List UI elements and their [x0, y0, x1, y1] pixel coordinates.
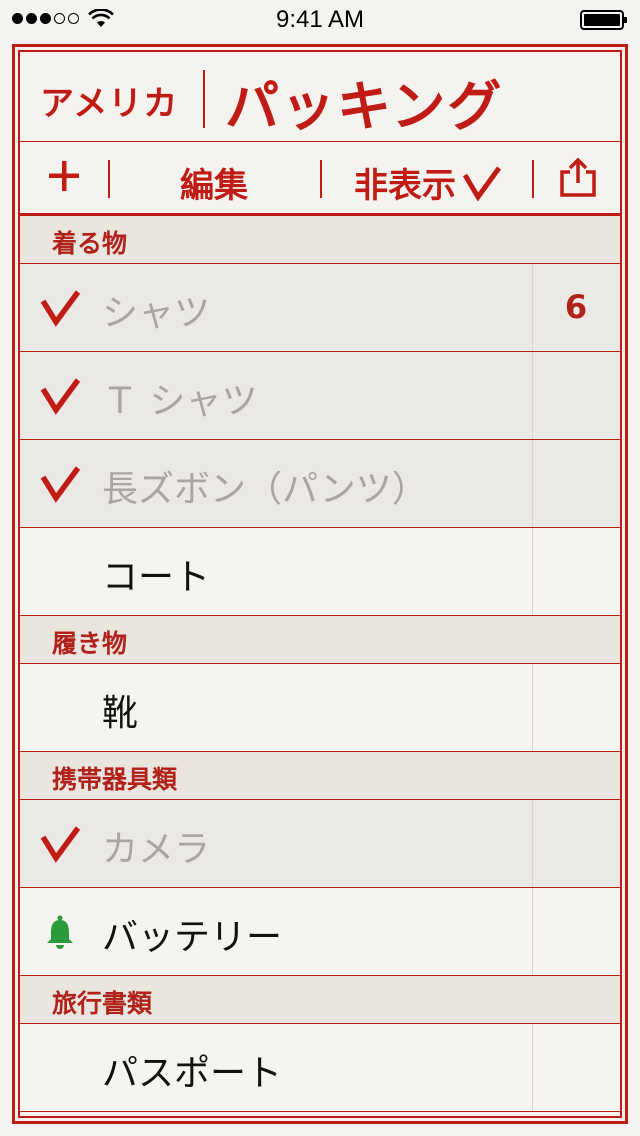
column-divider [532, 440, 533, 527]
checkmark-icon[interactable] [40, 376, 82, 416]
item-label: パスポート [102, 1053, 283, 1094]
list-item[interactable]: シャツ 6 [20, 264, 620, 352]
share-icon[interactable] [558, 156, 598, 198]
edit-button[interactable]: 編集 [108, 158, 320, 207]
item-label: シャツ [102, 293, 211, 334]
checkmark-icon[interactable] [40, 464, 82, 504]
toolbar-divider [320, 160, 322, 198]
checkmark-icon[interactable] [40, 824, 82, 864]
bell-icon[interactable] [44, 914, 76, 950]
section-header: 着る物 [20, 216, 620, 264]
item-label: Ｔ シャツ [102, 381, 258, 422]
column-divider [532, 528, 533, 615]
column-divider [532, 352, 533, 439]
toolbar: 編集 非表示 [20, 142, 620, 216]
column-divider [532, 1024, 533, 1111]
section-header: 携帯器具類 [20, 752, 620, 800]
item-label: 長ズボン（パンツ） [102, 469, 428, 510]
column-divider [532, 664, 533, 751]
item-label: 靴 [102, 693, 139, 734]
header-divider [203, 70, 205, 128]
status-bar: 9:41 AM [0, 0, 640, 40]
add-item-button[interactable] [46, 158, 82, 194]
column-divider [532, 888, 533, 975]
hide-checked-button[interactable]: 非表示 [354, 158, 502, 207]
item-count[interactable]: 6 [532, 288, 620, 326]
title-header: アメリカ パッキング [20, 52, 620, 142]
page-title: パッキング [225, 75, 504, 138]
item-label: コート [102, 557, 211, 598]
status-time: 9:41 AM [275, 6, 365, 33]
battery-icon [580, 10, 627, 30]
checkmark-icon[interactable] [40, 288, 82, 328]
list-frame: アメリカ パッキング 編集 非表示 着る物 シャツ 6 Ｔ シャツ 長ズボン（パ… [18, 50, 622, 1118]
toolbar-divider [532, 160, 534, 198]
section-title: 履き物 [52, 629, 128, 658]
list-item[interactable]: コート [20, 528, 620, 616]
list-item[interactable]: 靴 [20, 664, 620, 752]
list-item[interactable]: バッテリー [20, 888, 620, 976]
list-item[interactable]: Ｔ シャツ [20, 352, 620, 440]
item-label: バッテリー [102, 917, 283, 958]
checkmark-icon [462, 166, 502, 201]
section-title: 旅行書類 [52, 989, 153, 1018]
item-label: カメラ [102, 829, 211, 870]
list-category-title: アメリカ [40, 84, 179, 124]
list-item[interactable]: 長ズボン（パンツ） [20, 440, 620, 528]
packing-list: 着る物 シャツ 6 Ｔ シャツ 長ズボン（パンツ） コート 履き物 靴 携帯器具… [20, 216, 620, 1112]
section-title: 携帯器具類 [52, 765, 178, 794]
section-header: 旅行書類 [20, 976, 620, 1024]
hide-checked-label: 非表示 [354, 166, 456, 206]
list-item[interactable]: パスポート [20, 1024, 620, 1112]
section-header: 履き物 [20, 616, 620, 664]
list-item[interactable]: カメラ [20, 800, 620, 888]
section-title: 着る物 [52, 229, 128, 258]
column-divider [532, 800, 533, 887]
